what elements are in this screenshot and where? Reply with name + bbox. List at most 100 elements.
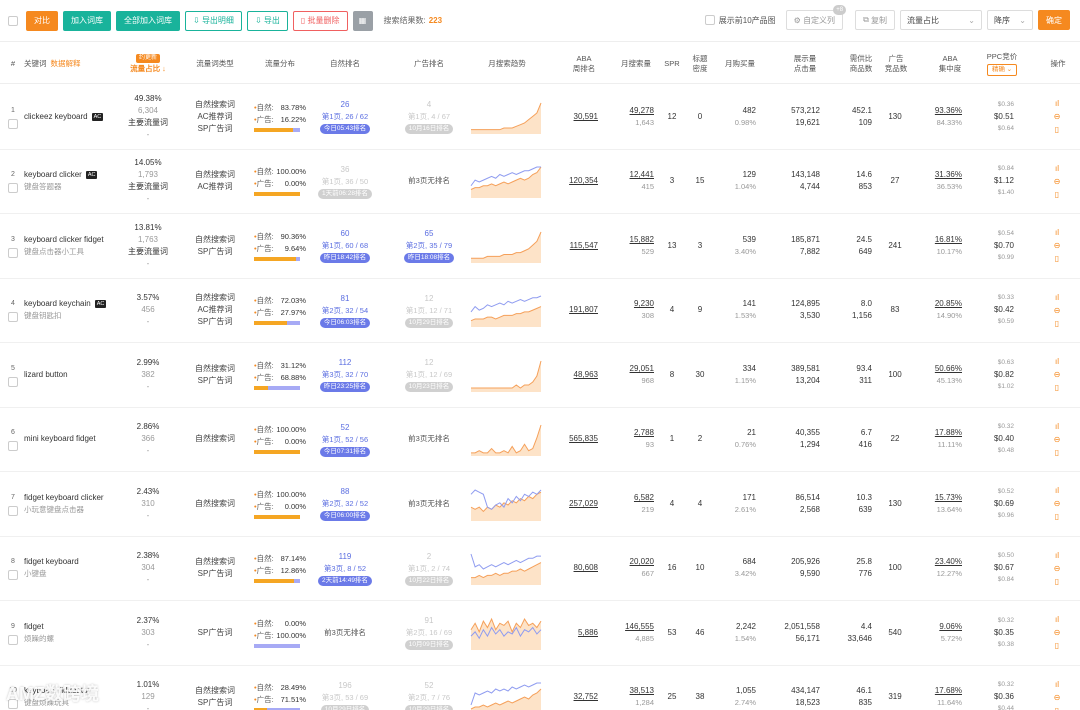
more-icon[interactable]: ⊖ bbox=[1054, 499, 1061, 508]
row-checkbox[interactable] bbox=[8, 441, 18, 452]
trend-cell[interactable] bbox=[470, 214, 544, 278]
add-all-to-library-button[interactable]: 全部加入词库 bbox=[116, 10, 180, 31]
trash-icon[interactable]: ▯ bbox=[1055, 577, 1059, 586]
header-share[interactable]: 约更新 流量占比 ↓ bbox=[122, 44, 174, 84]
ad-rank[interactable]: 2 第1页, 2 / 74 10月22日排名 bbox=[398, 537, 460, 601]
row-checkbox[interactable] bbox=[8, 505, 18, 516]
keyword[interactable]: keyboard keychain bbox=[24, 298, 91, 310]
concentration-value[interactable]: 17.68% bbox=[935, 685, 962, 697]
row-checkbox[interactable] bbox=[8, 570, 18, 581]
aba-rank-value[interactable]: 120,354 bbox=[569, 175, 598, 187]
ad-rank[interactable]: 91 第2页, 16 / 69 10月09日排名 bbox=[398, 601, 460, 665]
trend-cell[interactable] bbox=[470, 472, 544, 536]
row-checkbox[interactable] bbox=[8, 247, 18, 258]
trash-icon[interactable]: ▯ bbox=[1055, 448, 1059, 457]
concentration-value[interactable]: 17.88% bbox=[935, 427, 962, 439]
chart-icon[interactable]: ıl bbox=[1055, 551, 1059, 560]
chart-icon[interactable]: ıl bbox=[1055, 615, 1059, 624]
ad-rank[interactable]: 12 第1页, 12 / 71 10月29日排名 bbox=[398, 279, 460, 343]
chart-icon[interactable]: ıl bbox=[1055, 680, 1059, 689]
more-icon[interactable]: ⊖ bbox=[1054, 693, 1061, 702]
msv-value[interactable]: 29,051 bbox=[630, 363, 654, 375]
chart-icon[interactable]: ıl bbox=[1055, 486, 1059, 495]
copy-button[interactable]: ⧉ 复制 bbox=[855, 10, 895, 30]
natural-rank[interactable]: 36 第1页, 36 / 50 1天前06:28排名 bbox=[314, 150, 376, 214]
concentration-value[interactable]: 23.40% bbox=[935, 556, 962, 568]
aba-rank-value[interactable]: 5,886 bbox=[578, 627, 598, 639]
keyword[interactable]: fidget keyboard clicker bbox=[24, 492, 104, 504]
keyword[interactable]: keyboard clicker bbox=[24, 169, 82, 181]
concentration-value[interactable]: 20.85% bbox=[935, 298, 962, 310]
msv-value[interactable]: 49,278 bbox=[630, 105, 654, 117]
keyword[interactable]: keyboard clicker fidget bbox=[24, 234, 104, 246]
aba-rank-value[interactable]: 48,963 bbox=[574, 369, 598, 381]
ad-rank[interactable]: 12 第1页, 12 / 69 10月23日排名 bbox=[398, 343, 460, 407]
compare-button[interactable]: 对比 bbox=[26, 10, 58, 31]
natural-rank[interactable]: 26 第1页, 26 / 62 今日05:43排名 bbox=[314, 85, 376, 149]
add-to-library-button[interactable]: 加入词库 bbox=[63, 10, 111, 31]
natural-rank[interactable]: 119 第3页, 8 / 52 2天前14:49排名 bbox=[314, 537, 376, 601]
ppc-match-select[interactable]: 精确 ⌄ bbox=[986, 64, 1018, 76]
trash-icon[interactable]: ▯ bbox=[1055, 254, 1059, 263]
concentration-value[interactable]: 31.36% bbox=[935, 169, 962, 181]
export-detail-button[interactable]: ⇩ 导出明细 bbox=[185, 10, 242, 31]
trash-icon[interactable]: ▯ bbox=[1055, 383, 1059, 392]
row-checkbox[interactable] bbox=[8, 183, 18, 194]
row-checkbox[interactable] bbox=[8, 634, 18, 645]
confirm-button[interactable]: 确定 bbox=[1038, 10, 1070, 30]
data-explain-link[interactable]: 数据解释 bbox=[51, 59, 81, 69]
keyword[interactable]: fidget keyboard bbox=[24, 556, 79, 568]
trend-cell[interactable] bbox=[470, 343, 544, 407]
chart-icon[interactable]: ıl bbox=[1055, 422, 1059, 431]
trash-icon[interactable]: ▯ bbox=[1055, 125, 1059, 134]
trash-icon[interactable]: ▯ bbox=[1055, 190, 1059, 199]
concentration-value[interactable]: 93.36% bbox=[935, 105, 962, 117]
trend-cell[interactable] bbox=[470, 85, 544, 149]
aba-rank-value[interactable]: 30,591 bbox=[574, 111, 598, 123]
more-icon[interactable]: ⊖ bbox=[1054, 628, 1061, 637]
select-all-checkbox[interactable] bbox=[8, 15, 18, 26]
trend-cell[interactable] bbox=[470, 537, 544, 601]
msv-value[interactable]: 2,788 bbox=[634, 427, 654, 439]
aba-rank-value[interactable]: 115,547 bbox=[570, 240, 598, 252]
more-icon[interactable]: ⊖ bbox=[1054, 306, 1061, 315]
chart-icon[interactable]: ıl bbox=[1055, 228, 1059, 237]
trash-icon[interactable]: ▯ bbox=[1055, 706, 1059, 710]
trash-icon[interactable]: ▯ bbox=[1055, 641, 1059, 650]
msv-value[interactable]: 15,882 bbox=[630, 234, 654, 246]
export-button[interactable]: ⇩ 导出 bbox=[246, 10, 288, 31]
keyword[interactable]: lizard button bbox=[24, 369, 68, 381]
trend-cell[interactable] bbox=[470, 408, 544, 472]
keyword[interactable]: fidget bbox=[24, 621, 44, 633]
concentration-value[interactable]: 9.06% bbox=[939, 621, 962, 633]
trend-cell[interactable] bbox=[470, 666, 544, 710]
calendar-button[interactable]: ▦ bbox=[352, 10, 373, 31]
more-icon[interactable]: ⊖ bbox=[1054, 435, 1061, 444]
sort-order-select[interactable]: 降序 ⌄ bbox=[987, 10, 1033, 30]
trend-cell[interactable] bbox=[470, 601, 544, 665]
msv-value[interactable]: 6,582 bbox=[634, 492, 654, 504]
sort-field-select[interactable]: 流量占比 ⌄ bbox=[900, 10, 982, 30]
row-checkbox[interactable] bbox=[8, 118, 18, 129]
concentration-value[interactable]: 50.66% bbox=[935, 363, 962, 375]
concentration-value[interactable]: 16.81% bbox=[935, 234, 962, 246]
aba-rank-value[interactable]: 32,752 bbox=[574, 691, 598, 703]
msv-value[interactable]: 9,230 bbox=[634, 298, 654, 310]
ad-rank[interactable]: 52 第2页, 7 / 76 10月29日排名 bbox=[398, 666, 460, 710]
trash-icon[interactable]: ▯ bbox=[1055, 319, 1059, 328]
natural-rank[interactable]: 112 第3页, 32 / 70 昨日23:25排名 bbox=[314, 343, 376, 407]
aba-rank-value[interactable]: 257,029 bbox=[569, 498, 598, 510]
aba-rank-value[interactable]: 191,807 bbox=[569, 304, 598, 316]
natural-rank[interactable]: 60 第1页, 60 / 68 昨日18:42排名 bbox=[314, 214, 376, 278]
natural-rank[interactable]: 52 第1页, 52 / 56 今日07:31排名 bbox=[314, 408, 376, 472]
chart-icon[interactable]: ıl bbox=[1055, 293, 1059, 302]
msv-value[interactable]: 20,020 bbox=[630, 556, 654, 568]
more-icon[interactable]: ⊖ bbox=[1054, 370, 1061, 379]
aba-rank-value[interactable]: 80,608 bbox=[574, 562, 598, 574]
row-checkbox[interactable] bbox=[8, 376, 18, 387]
more-icon[interactable]: ⊖ bbox=[1054, 241, 1061, 250]
msv-value[interactable]: 146,555 bbox=[625, 621, 654, 633]
concentration-value[interactable]: 15.73% bbox=[935, 492, 962, 504]
trend-cell[interactable] bbox=[470, 150, 544, 214]
ad-rank[interactable]: 65 第2页, 35 / 79 昨日18:08排名 bbox=[398, 214, 460, 278]
